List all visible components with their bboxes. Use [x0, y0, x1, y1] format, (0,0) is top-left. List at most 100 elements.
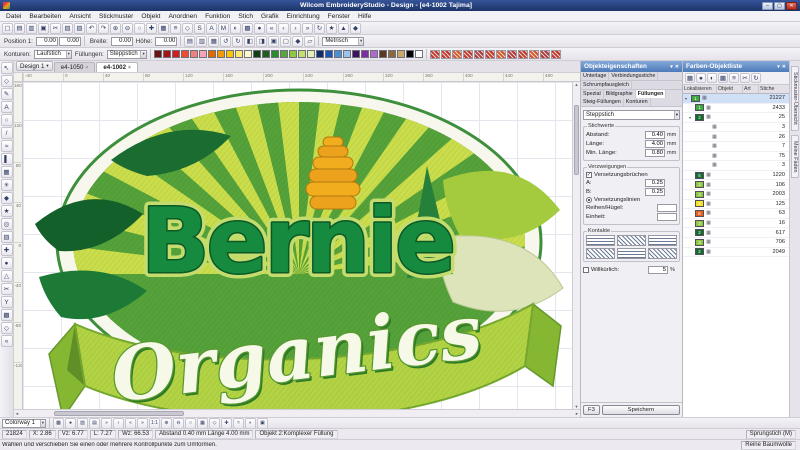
close-button[interactable]: ✕: [786, 2, 797, 10]
thread-color-swatch[interactable]: [154, 50, 162, 58]
outline-type-dropdown[interactable]: Laufstich ▾: [34, 50, 72, 59]
group-icon[interactable]: ▣: [268, 36, 279, 47]
thread-color-swatch[interactable]: [190, 50, 198, 58]
stitch-pattern-button[interactable]: [551, 50, 561, 59]
thread-color-swatch[interactable]: [253, 50, 261, 58]
mirror-v-icon[interactable]: ◨: [256, 36, 267, 47]
scroll-left-icon[interactable]: ◄: [14, 411, 20, 416]
object-list-row[interactable]: 1 ▦ 2433: [683, 104, 789, 114]
value-field[interactable]: [645, 149, 665, 157]
position-x-field[interactable]: [36, 37, 58, 46]
horizontal-scrollbar[interactable]: ◄ ►: [14, 409, 580, 417]
menu-item[interactable]: Ansicht: [65, 13, 95, 20]
start-icon[interactable]: «: [266, 23, 277, 34]
docked-panel-tab[interactable]: Stickmuster-Übersicht: [791, 66, 799, 131]
zoom-fit-icon[interactable]: ○: [134, 23, 145, 34]
save-button[interactable]: Speichern: [602, 405, 680, 415]
pattern-option-button[interactable]: [617, 248, 646, 259]
zoom-out-small-icon[interactable]: ⊖: [173, 418, 184, 429]
background-icon[interactable]: ▤: [89, 418, 100, 429]
thread-color-swatch[interactable]: [298, 50, 306, 58]
offset-fraction-checkbox[interactable]: ✓: [586, 172, 592, 178]
new-icon[interactable]: ▢: [2, 23, 13, 34]
pattern-option-button[interactable]: [648, 235, 677, 246]
menu-item[interactable]: Stickmuster: [95, 13, 137, 20]
props-tab[interactable]: Schrumpfausgleich: [581, 81, 632, 89]
fabric-icon[interactable]: ▨: [77, 418, 88, 429]
forward-icon[interactable]: ›: [290, 23, 301, 34]
needle-point-icon[interactable]: ✚: [221, 418, 232, 429]
object-list-row[interactable]: ▦ 26: [683, 132, 789, 142]
align-center-icon[interactable]: ▥: [196, 36, 207, 47]
dim-artwork-icon[interactable]: ◐: [245, 418, 256, 429]
ruler-icon[interactable]: ≡: [170, 23, 181, 34]
column-header[interactable]: Lokalisieren: [683, 85, 717, 93]
object-list-row[interactable]: 2 ▦ 125: [683, 200, 789, 210]
design-view-dropdown[interactable]: Design 1 ▾: [16, 61, 53, 71]
object-list-row[interactable]: ▦ 3: [683, 161, 789, 171]
list-icon[interactable]: ≡: [729, 73, 739, 83]
refresh-list-icon[interactable]: ↻: [751, 73, 761, 83]
zoom-in-icon[interactable]: ⊕: [110, 23, 121, 34]
color-film-tool[interactable]: ▩: [1, 309, 13, 321]
object-list-row[interactable]: 3 ▦ 706: [683, 238, 789, 248]
cut-object-icon[interactable]: ✂: [740, 73, 750, 83]
random-percent-field[interactable]: [648, 266, 668, 274]
sequence-icon[interactable]: ▩: [718, 73, 728, 83]
thread-color-swatch[interactable]: [226, 50, 234, 58]
thread-color-swatch[interactable]: [208, 50, 216, 58]
thread-color-swatch[interactable]: [244, 50, 252, 58]
thread-color-swatch[interactable]: [307, 50, 315, 58]
measure-tool[interactable]: /: [1, 127, 13, 139]
align-right-icon[interactable]: ▦: [208, 36, 219, 47]
object-list-row[interactable]: 5 ▦ 1220: [683, 171, 789, 181]
select-tool[interactable]: ↖: [1, 62, 13, 74]
slow-redraw-icon[interactable]: ›: [113, 418, 124, 429]
mirror-h-icon[interactable]: ◧: [244, 36, 255, 47]
close-tab-icon[interactable]: ×: [128, 65, 131, 71]
close-tab-icon[interactable]: ×: [85, 65, 88, 71]
polygon-select-tool[interactable]: ◇: [1, 75, 13, 87]
save-icon[interactable]: ▥: [26, 23, 37, 34]
stitch-pattern-button[interactable]: [430, 50, 440, 59]
paste-icon[interactable]: ▨: [74, 23, 85, 34]
grid-icon[interactable]: ▦: [158, 23, 169, 34]
copy-icon[interactable]: ▧: [62, 23, 73, 34]
branch-tool[interactable]: Y: [1, 296, 13, 308]
zoom-out-icon[interactable]: ⊖: [122, 23, 133, 34]
menu-item[interactable]: Datei: [2, 13, 25, 20]
monogram-icon[interactable]: M: [218, 23, 229, 34]
rows-field[interactable]: [657, 204, 677, 212]
reshape-tool[interactable]: ✎: [1, 88, 13, 100]
end-icon[interactable]: »: [302, 23, 313, 34]
value-field[interactable]: [645, 140, 665, 148]
thread-color-swatch[interactable]: [199, 50, 207, 58]
colorway-dropdown[interactable]: Colorway 1 ▾: [2, 419, 46, 428]
grid-toggle-icon[interactable]: ▦: [197, 418, 208, 429]
thread-color-swatch[interactable]: [280, 50, 288, 58]
props-tab[interactable]: Spezial: [581, 90, 604, 98]
stitch-pattern-button[interactable]: [540, 50, 550, 59]
knife-tool[interactable]: ✂: [1, 283, 13, 295]
thread-color-swatch[interactable]: [334, 50, 342, 58]
thread-color-swatch[interactable]: [370, 50, 378, 58]
random-checkbox[interactable]: [583, 267, 589, 273]
motif-tool[interactable]: ✳: [1, 179, 13, 191]
menu-item[interactable]: Bearbeiten: [25, 13, 65, 20]
stitch-pattern-button[interactable]: [485, 50, 495, 59]
minimize-button[interactable]: –: [762, 2, 773, 10]
object-list-row[interactable]: ▾ 1 ▦ 21227: [683, 94, 789, 104]
object-list-row[interactable]: ▦ 3: [683, 123, 789, 133]
undo-icon[interactable]: ↶: [86, 23, 97, 34]
show-stitches-icon[interactable]: S: [194, 23, 205, 34]
menu-item[interactable]: Funktion: [201, 13, 234, 20]
stitch-pattern-button[interactable]: [529, 50, 539, 59]
zoom-1-1-icon[interactable]: 1:1: [149, 418, 160, 429]
close-panel-icon[interactable]: ✕: [675, 64, 679, 70]
thread-color-swatch[interactable]: [235, 50, 243, 58]
rotate-right-icon[interactable]: ↻: [232, 36, 243, 47]
object-list-row[interactable]: 3 ▦ 16: [683, 219, 789, 229]
props-tab[interactable]: Verbindungsstiche: [609, 72, 658, 80]
column-header[interactable]: Art: [743, 85, 759, 93]
stitch-pattern-button[interactable]: [474, 50, 484, 59]
